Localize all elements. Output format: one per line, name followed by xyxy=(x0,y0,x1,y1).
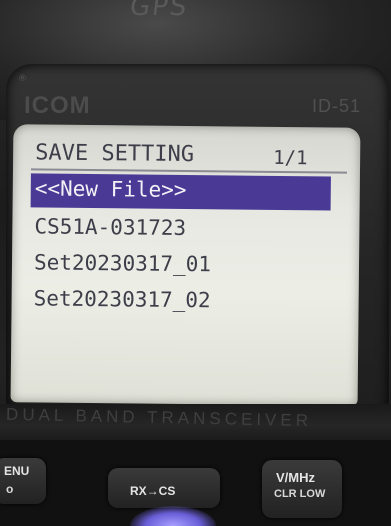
rx-cs-key[interactable]: RX→CS xyxy=(108,468,220,508)
menu-key-label: ENU xyxy=(4,464,30,478)
brand-logo: ICOM xyxy=(24,92,91,119)
menu-key[interactable]: ENU o xyxy=(0,458,46,504)
rx-cs-label: RX→CS xyxy=(130,484,176,498)
menu-item-file-1[interactable]: CS51A-031723 xyxy=(34,214,186,240)
vmhz-key[interactable]: V/MHz CLR LOW xyxy=(262,460,342,518)
top-logo-partial: GPS xyxy=(127,0,191,22)
vmhz-label: V/MHz xyxy=(276,470,315,485)
menu-item-file-3[interactable]: Set20230317_02 xyxy=(34,286,211,312)
registered-mark: ® xyxy=(18,74,27,84)
radio-photo: GPS ® ICOM ID-51 SAVE SETTING 1/1 <<New … xyxy=(0,0,391,526)
menu-item-new-file[interactable]: <<New File>> xyxy=(35,176,187,202)
menu-key-icon: o xyxy=(6,482,14,496)
page-indicator: 1/1 xyxy=(273,146,308,170)
lcd-screen: SAVE SETTING 1/1 <<New File>> CS51A-0317… xyxy=(10,124,361,406)
screen-title: SAVE SETTING xyxy=(35,140,195,168)
menu-item-file-2[interactable]: Set20230317_01 xyxy=(34,250,211,276)
clr-low-label: CLR LOW xyxy=(274,488,326,500)
model-label: ID-51 xyxy=(312,96,362,116)
